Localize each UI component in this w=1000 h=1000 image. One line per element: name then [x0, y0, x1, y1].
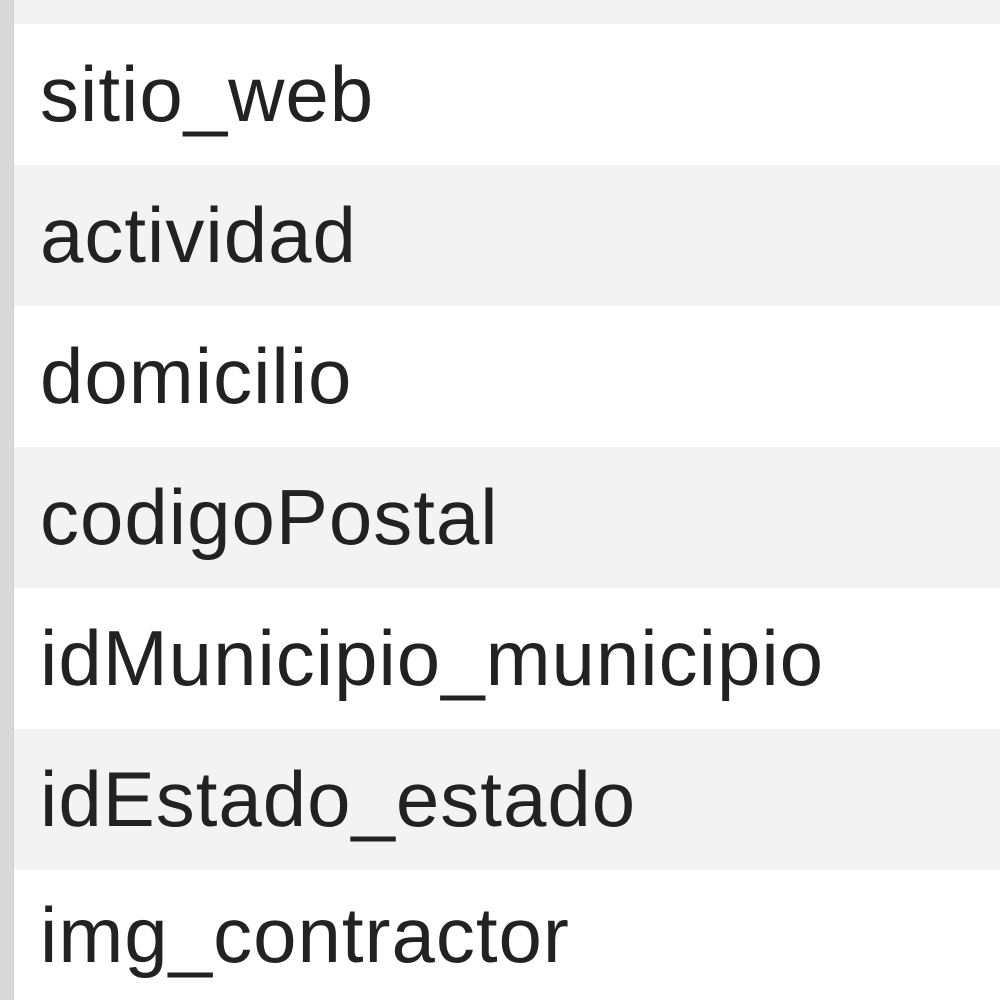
list-item[interactable]: idEstado_estado	[14, 729, 1000, 870]
list-item[interactable]: domicilio	[14, 306, 1000, 447]
field-list-panel: sitio_web actividad domicilio codigoPost…	[0, 0, 1000, 1000]
list-item-partial-top[interactable]	[14, 0, 1000, 24]
list-item-label: codigoPostal	[40, 473, 499, 561]
panel-left-border	[0, 0, 14, 1000]
list-item-label: idMunicipio_municipio	[40, 614, 825, 702]
list-item-label: img_contractor	[40, 890, 570, 979]
list-item[interactable]: idMunicipio_municipio	[14, 588, 1000, 729]
list-item[interactable]: img_contractor	[14, 870, 1000, 1000]
list-item[interactable]: codigoPostal	[14, 447, 1000, 588]
field-list: sitio_web actividad domicilio codigoPost…	[14, 0, 1000, 1000]
list-item[interactable]: actividad	[14, 165, 1000, 306]
list-item-label: idEstado_estado	[40, 755, 637, 843]
list-item[interactable]: sitio_web	[14, 24, 1000, 165]
list-item-label: domicilio	[40, 332, 353, 420]
list-item-label: actividad	[40, 191, 357, 279]
list-item-label: sitio_web	[40, 50, 375, 138]
